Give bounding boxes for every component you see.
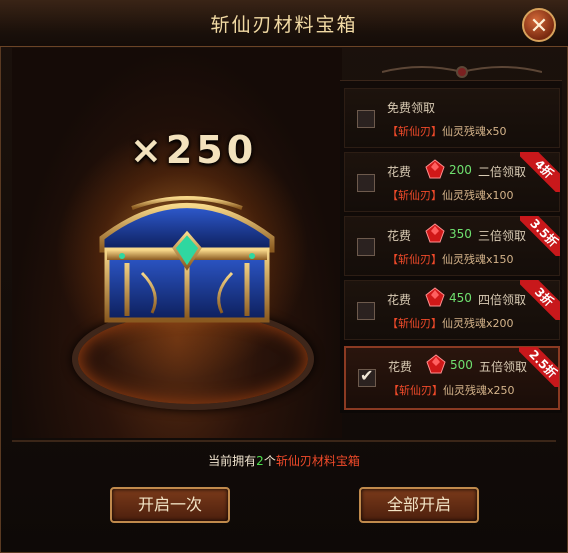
red-gem-icon xyxy=(425,287,445,307)
discount-ribbon: 3折 xyxy=(520,280,560,320)
close-icon: ✕ xyxy=(529,14,549,39)
discount-ribbon: 4折 xyxy=(520,152,560,192)
option-cost-label: 花费 xyxy=(388,360,413,374)
chest-display: ×250 xyxy=(12,48,342,438)
option-reward: 【斩仙刃】仙灵残魂x50 xyxy=(387,125,507,138)
option-checkbox[interactable] xyxy=(357,174,375,192)
red-gem-icon xyxy=(426,354,446,374)
discount-ribbon: 3.5折 xyxy=(520,216,560,256)
discount-ribbon: 2.5折 xyxy=(519,347,559,387)
option-checkbox[interactable] xyxy=(357,238,375,256)
option-cost-label: 花费 xyxy=(387,293,412,307)
option-row-5x[interactable]: ✔ 花费 500 五倍领取 【斩仙刃】仙灵残魂x250 2.5折 xyxy=(344,346,560,410)
red-gem-icon xyxy=(425,159,445,179)
panel-ornament xyxy=(382,66,542,78)
title-bar: 斩仙刃材料宝箱 ✕ xyxy=(0,0,568,47)
red-gem-icon xyxy=(425,223,445,243)
option-reward: 【斩仙刃】仙灵残魂x150 xyxy=(387,253,514,266)
close-button[interactable]: ✕ xyxy=(522,8,556,42)
option-checkbox-checked[interactable]: ✔ xyxy=(358,366,376,387)
option-free-label: 免费领取 xyxy=(387,101,436,115)
option-amount: 450 xyxy=(449,291,472,305)
option-cost-label: 花费 xyxy=(387,229,412,243)
option-multiplier: 二倍领取 xyxy=(478,165,527,179)
dialog-title: 斩仙刃材料宝箱 xyxy=(210,14,358,36)
option-reward: 【斩仙刃】仙灵残魂x200 xyxy=(387,317,514,330)
divider xyxy=(12,440,556,442)
open-once-button[interactable]: 开启一次 xyxy=(110,487,230,523)
option-multiplier: 三倍领取 xyxy=(478,229,527,243)
check-icon: ✔ xyxy=(360,366,374,385)
option-row-4x[interactable]: 花费 450 四倍领取 【斩仙刃】仙灵残魂x200 3折 xyxy=(344,280,560,340)
reward-multiplier: ×250 xyxy=(130,128,258,172)
treasure-chest-icon xyxy=(99,196,275,323)
owned-count-text: 当前拥有2个斩仙刃材料宝箱 xyxy=(208,454,360,468)
option-reward: 【斩仙刃】仙灵残魂x100 xyxy=(387,189,514,202)
option-row-3x[interactable]: 花费 350 三倍领取 【斩仙刃】仙灵残魂x150 3.5折 xyxy=(344,216,560,276)
option-reward: 【斩仙刃】仙灵残魂x250 xyxy=(388,384,515,397)
option-row-2x[interactable]: 花费 200 二倍领取 【斩仙刃】仙灵残魂x100 4折 xyxy=(344,152,560,212)
option-cost-label: 花费 xyxy=(387,165,412,179)
option-amount: 200 xyxy=(449,163,472,177)
option-amount: 350 xyxy=(449,227,472,241)
option-checkbox[interactable] xyxy=(357,110,375,128)
option-checkbox[interactable] xyxy=(357,302,375,320)
option-amount: 500 xyxy=(450,358,473,372)
open-all-button[interactable]: 全部开启 xyxy=(359,487,479,523)
option-row-free[interactable]: 免费领取 【斩仙刃】仙灵残魂x50 xyxy=(344,88,560,148)
option-multiplier: 四倍领取 xyxy=(478,293,527,307)
